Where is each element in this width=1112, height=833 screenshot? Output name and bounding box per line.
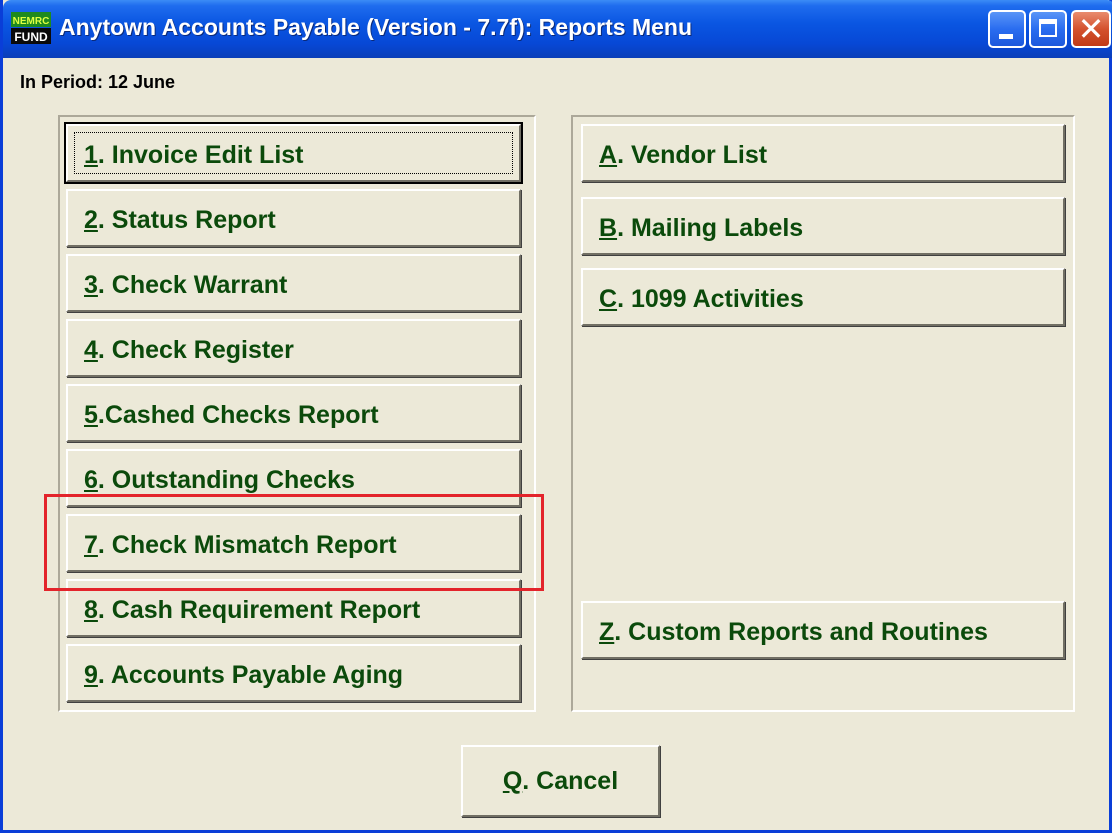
invoice-edit-list-button[interactable]: 1. Invoice Edit List: [64, 122, 523, 184]
hotkey: 2: [84, 206, 98, 234]
hotkey: Q: [502, 767, 523, 795]
button-label: . Custom Reports and Routines: [614, 618, 988, 646]
accounts-payable-aging-button[interactable]: 9. Accounts Payable Aging: [66, 644, 521, 702]
hotkey: 3: [84, 271, 98, 299]
vendor-list-button[interactable]: A. Vendor List: [581, 124, 1065, 182]
minimize-icon: [999, 34, 1013, 39]
button-label: . Cancel: [522, 767, 619, 795]
1099-activities-button[interactable]: C. 1099 Activities: [581, 268, 1065, 326]
mailing-labels-button[interactable]: B. Mailing Labels: [581, 197, 1065, 255]
svg-text:NEMRC: NEMRC: [13, 16, 50, 27]
window-title: Anytown Accounts Payable (Version - 7.7f…: [59, 14, 693, 40]
focus-indicator: [74, 132, 513, 174]
minimize-button[interactable]: [988, 10, 1026, 48]
maximize-icon: [1039, 19, 1057, 37]
check-warrant-button[interactable]: 3. Check Warrant: [66, 254, 521, 312]
maximize-button[interactable]: [1029, 10, 1067, 48]
reports-menu-window: NEMRC FUND Anytown Accounts Payable (Ver…: [0, 0, 1112, 833]
hotkey: 4: [84, 336, 98, 364]
button-label: . Vendor List: [617, 141, 768, 169]
hotkey: 5: [84, 401, 98, 429]
svg-text:FUND: FUND: [14, 30, 48, 44]
close-button[interactable]: ✕: [1071, 10, 1111, 48]
button-label: . Accounts Payable Aging: [97, 661, 404, 689]
hotkey: 9: [84, 661, 98, 689]
status-report-button[interactable]: 2. Status Report: [66, 189, 521, 247]
button-label: . Status Report: [97, 206, 276, 234]
hotkey: 8: [84, 596, 98, 624]
button-label: . Outstanding Checks: [97, 466, 355, 494]
check-register-button[interactable]: 4. Check Register: [66, 319, 521, 377]
button-label: . Check Warrant: [97, 271, 288, 299]
hotkey: B: [599, 214, 618, 242]
highlight-box: [44, 494, 544, 591]
custom-reports-button[interactable]: Z. Custom Reports and Routines: [581, 601, 1065, 659]
hotkey: A: [599, 141, 618, 169]
close-icon: ✕: [1077, 11, 1105, 47]
button-label: . Cash Requirement Report: [97, 596, 421, 624]
period-label: In Period: 12 June: [20, 72, 176, 92]
hotkey: Z: [599, 618, 615, 646]
nemrc-fund-app-icon: NEMRC FUND: [11, 12, 51, 44]
button-label: . Check Register: [97, 336, 294, 364]
button-label: . Mailing Labels: [617, 214, 804, 242]
hotkey: C: [599, 285, 618, 313]
button-label: . 1099 Activities: [617, 285, 804, 313]
title-bar[interactable]: NEMRC FUND Anytown Accounts Payable (Ver…: [3, 0, 1112, 58]
hotkey: 6: [84, 466, 98, 494]
button-label: .Cashed Checks Report: [97, 401, 379, 429]
cancel-button[interactable]: Q. Cancel: [461, 745, 660, 817]
cashed-checks-report-button[interactable]: 5.Cashed Checks Report: [66, 384, 521, 442]
